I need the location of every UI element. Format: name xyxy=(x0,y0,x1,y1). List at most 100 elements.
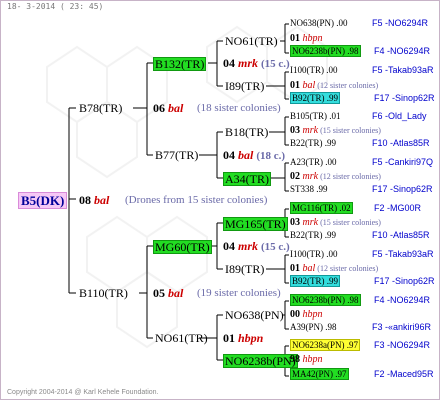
ancestor-ref: F3 -«ankiri96R xyxy=(372,322,432,332)
node-b77: B77(TR) xyxy=(155,148,199,162)
node-b110: B110(TR) xyxy=(79,286,128,300)
ancestor-ref: F10 -Atlas85R xyxy=(372,138,430,148)
pairing-breeder: mrk xyxy=(302,125,319,136)
node-mg60: MG60(TR) xyxy=(153,240,212,254)
pairing-row: 03 mrk (15 sister colonies) xyxy=(290,218,381,228)
ancestor-label: B92(TR) .99 xyxy=(290,275,340,287)
ancestor-ref: F17 -Sinop62R xyxy=(374,93,435,103)
b110-pairing: 05 bal xyxy=(153,286,184,300)
ancestor-ref: F4 -NO6294R xyxy=(374,295,431,305)
ancestor-ref: F4 -NO6294R xyxy=(374,46,431,56)
ancestor-ref: F5 -NO6294R xyxy=(372,18,429,28)
pairing-row: 01 bal (12 sister colonies) xyxy=(290,264,378,274)
node-no638: NO638(PN) xyxy=(225,308,284,322)
pairing-breeder: hbpn xyxy=(302,309,323,320)
b132-pairing: 04 mrk (15 c.) xyxy=(223,56,290,70)
pairing-number: 03 xyxy=(290,125,303,136)
node-no6238b: NO6238b(PN) xyxy=(223,354,298,368)
ancestor-label: MA42(PN) .97 xyxy=(290,368,349,380)
node-no61-lower: NO61(TR) xyxy=(155,331,208,345)
ancestor-node: MA42(PN) .97 F2 -Maced95R xyxy=(290,368,434,380)
b77-pairing: 04 bal (18 c.) xyxy=(223,148,286,162)
ancestor-node: B105(TR) .01 F6 -Old_Lady xyxy=(290,111,427,121)
node-i89-lower: I89(TR) xyxy=(225,262,265,276)
node-b18: B18(TR) xyxy=(225,125,269,139)
ancestor-node: NO6238b(PN) .98 F4 -NO6294R xyxy=(290,294,430,306)
ancestor-node: B92(TR) .99 F17 -Sinop62R xyxy=(290,92,435,104)
pairing-note: (12 sister colonies) xyxy=(315,264,379,273)
ancestor-label: B22(TR) .99 xyxy=(290,138,336,148)
ancestor-label: MG116(TR) .02 xyxy=(290,202,353,214)
ancestor-ref: F6 -Old_Lady xyxy=(372,111,427,121)
mg60-pairing: 04 mrk (15 c.) xyxy=(223,239,290,253)
pairing-breeder: hbpn xyxy=(302,33,323,44)
ancestor-node: A39(PN) .98 F3 -«ankiri96R xyxy=(290,323,431,332)
pairing-number: 03 xyxy=(290,217,303,228)
node-b78: B78(TR) xyxy=(79,101,123,115)
ancestor-ref: F5 -Takab93aR xyxy=(372,65,434,75)
ancestor-node: A23(TR) .00 F5 -Cankiri97Q xyxy=(290,157,433,167)
ancestor-node: ST338 .99 F17 -Sinop62R xyxy=(290,184,433,194)
ancestor-label: I100(TR) .00 xyxy=(290,65,338,75)
ancestor-ref: F2 -MG00R xyxy=(374,203,422,213)
pairing-number: 01 xyxy=(290,80,303,91)
pairing-number: 01 xyxy=(290,33,303,44)
pairing-breeder: bal xyxy=(302,80,316,91)
ancestor-node: MG116(TR) .02 F2 -MG00R xyxy=(290,202,421,214)
ancestor-ref: F3 -NO6294R xyxy=(374,340,431,350)
ancestor-label: B92(TR) .99 xyxy=(290,92,340,104)
pairing-row: 02 mrk (12 sister colonies) xyxy=(290,172,381,182)
ancestor-label: B22(TR) .99 xyxy=(290,230,336,240)
pairing-note: (15 sister colonies) xyxy=(318,126,381,135)
ancestor-ref: F2 -Maced95R xyxy=(374,369,434,379)
pairing-number: 02 xyxy=(290,171,303,182)
ancestor-ref: F17 -Sinop62R xyxy=(372,184,433,194)
pairing-breeder: hbpn xyxy=(302,354,323,365)
ancestor-node: B92(TR) .99 F17 -Sinop62R xyxy=(290,275,435,287)
ancestor-node: B22(TR) .99 F10 -Atlas85R xyxy=(290,230,430,240)
ancestor-node: I100(TR) .00 F5 -Takab93aR xyxy=(290,65,434,75)
node-b132: B132(TR) xyxy=(153,57,207,71)
node-a34: A34(TR) xyxy=(223,172,271,186)
ancestor-ref: F10 -Atlas85R xyxy=(372,230,430,240)
node-i89-upper: I89(TR) xyxy=(225,79,265,93)
ancestor-label: NO6238a(PN) .97 xyxy=(290,339,360,351)
pairing-breeder: mrk xyxy=(302,217,319,228)
node-mg165: MG165(TR) xyxy=(223,217,288,231)
root-note: (Drones from 15 sister colonies) xyxy=(125,194,268,206)
root-pairing: 08 bal xyxy=(79,193,110,207)
ancestor-label: A23(TR) .00 xyxy=(290,157,337,167)
pairing-row: 03 mrk (15 sister colonies) xyxy=(290,126,381,136)
b78-pairing: 06 bal xyxy=(153,101,184,115)
b78-note: (18 sister colonies) xyxy=(197,102,281,114)
ancestor-node: NO638(PN) .00 F5 -NO6294R xyxy=(290,18,428,28)
no61-pairing: 01 hbpn xyxy=(223,331,264,345)
pairing-note: (15 sister colonies) xyxy=(318,218,381,227)
pairing-row: 00 hbpn xyxy=(290,310,323,320)
pairing-note: (12 sister colonies) xyxy=(318,172,381,181)
pairing-number: 01 xyxy=(290,263,303,274)
pairing-row: 01 hbpn xyxy=(290,34,323,44)
ancestor-label: NO638(PN) .00 xyxy=(290,18,348,28)
ancestor-label: I100(TR) .00 xyxy=(290,249,338,259)
pairing-note: (12 sister colonies) xyxy=(315,81,379,90)
pairing-breeder: bal xyxy=(302,263,316,274)
b110-note: (19 sister colonies) xyxy=(197,287,281,299)
ancestor-ref: F5 -Cankiri97Q xyxy=(372,157,434,167)
footer-copyright: Copyright 2004-2014 @ Karl Kehele Founda… xyxy=(7,389,159,396)
node-no61-upper: NO61(TR) xyxy=(225,34,278,48)
ancestor-label: NO6238b(PN) .98 xyxy=(290,294,361,306)
pairing-number: 98 xyxy=(290,354,303,365)
ancestor-label: ST338 .99 xyxy=(290,184,328,194)
ancestor-ref: F17 -Sinop62R xyxy=(374,276,435,286)
pairing-row: 01 bal (12 sister colonies) xyxy=(290,81,378,91)
pairing-row: 98 hbpn xyxy=(290,355,323,365)
ancestor-node: NO6238b(PN) .98 F4 -NO6294R xyxy=(290,45,430,57)
ancestor-node: NO6238a(PN) .97 F3 -NO6294R xyxy=(290,339,430,351)
ancestor-node: I100(TR) .00 F5 -Takab93aR xyxy=(290,249,434,259)
ancestor-ref: F5 -Takab93aR xyxy=(372,249,434,259)
pairing-breeder: mrk xyxy=(302,171,319,182)
ancestor-label: B105(TR) .01 xyxy=(290,111,341,121)
ancestor-node: B22(TR) .99 F10 -Atlas85R xyxy=(290,138,430,148)
root-queen: B5(DK) xyxy=(18,192,68,209)
